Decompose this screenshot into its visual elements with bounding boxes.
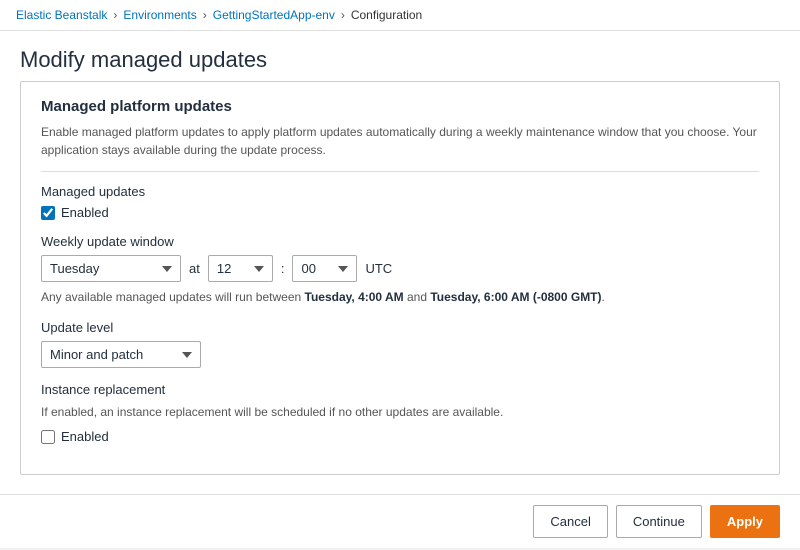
managed-updates-checkbox[interactable] bbox=[41, 206, 55, 220]
minute-select[interactable]: 00 15 30 45 bbox=[292, 255, 357, 282]
continue-button[interactable]: Continue bbox=[616, 505, 702, 538]
managed-updates-group: Managed updates Enabled bbox=[41, 184, 759, 220]
breadcrumb-environments[interactable]: Environments bbox=[123, 8, 196, 22]
info-suffix: . bbox=[602, 290, 605, 304]
apply-button[interactable]: Apply bbox=[710, 505, 780, 538]
page-title: Modify managed updates bbox=[20, 47, 780, 73]
breadcrumb-elastic-beanstalk[interactable]: Elastic Beanstalk bbox=[16, 8, 107, 22]
breadcrumb: Elastic Beanstalk › Environments › Getti… bbox=[0, 0, 800, 31]
managed-platform-updates-card: Managed platform updates Enable managed … bbox=[20, 81, 780, 475]
breadcrumb-current: Configuration bbox=[351, 8, 422, 22]
info-prefix: Any available managed updates will run b… bbox=[41, 290, 305, 304]
weekly-window-row: Sunday Monday Tuesday Wednesday Thursday… bbox=[41, 255, 759, 282]
update-level-group: Update level Minor and patch Patch only bbox=[41, 320, 759, 368]
managed-updates-label: Managed updates bbox=[41, 184, 759, 199]
instance-replacement-checkbox-row: Enabled bbox=[41, 429, 759, 444]
cancel-button[interactable]: Cancel bbox=[533, 505, 607, 538]
update-level-label: Update level bbox=[41, 320, 759, 335]
main-container: Modify managed updates Managed platform … bbox=[0, 31, 800, 548]
footer: Cancel Continue Apply bbox=[0, 494, 800, 548]
managed-updates-checkbox-label[interactable]: Enabled bbox=[61, 205, 109, 220]
card-description: Enable managed platform updates to apply… bbox=[41, 123, 759, 159]
colon-label: : bbox=[281, 261, 285, 276]
window-info-text: Any available managed updates will run b… bbox=[41, 288, 759, 306]
at-label: at bbox=[189, 261, 200, 276]
hour-select[interactable]: 12 01020304 05060708 091011 bbox=[208, 255, 273, 282]
weekly-window-group: Weekly update window Sunday Monday Tuesd… bbox=[41, 234, 759, 306]
managed-updates-checkbox-row: Enabled bbox=[41, 205, 759, 220]
instance-replacement-group: Instance replacement If enabled, an inst… bbox=[41, 382, 759, 444]
card-title: Managed platform updates bbox=[41, 98, 759, 115]
utc-label: UTC bbox=[365, 261, 392, 276]
info-bold1: Tuesday, 4:00 AM bbox=[305, 290, 404, 304]
breadcrumb-sep1: › bbox=[113, 8, 117, 22]
info-bold2: Tuesday, 6:00 AM (-0800 GMT) bbox=[430, 290, 601, 304]
instance-replacement-checkbox[interactable] bbox=[41, 430, 55, 444]
day-select[interactable]: Sunday Monday Tuesday Wednesday Thursday… bbox=[41, 255, 181, 282]
breadcrumb-sep3: › bbox=[341, 8, 345, 22]
update-level-select[interactable]: Minor and patch Patch only bbox=[41, 341, 201, 368]
page-title-area: Modify managed updates bbox=[0, 31, 800, 81]
instance-replacement-checkbox-label[interactable]: Enabled bbox=[61, 429, 109, 444]
instance-replacement-label: Instance replacement bbox=[41, 382, 759, 397]
content-area: Managed platform updates Enable managed … bbox=[0, 81, 800, 494]
instance-replacement-desc: If enabled, an instance replacement will… bbox=[41, 403, 759, 421]
weekly-window-label: Weekly update window bbox=[41, 234, 759, 249]
breadcrumb-app-env[interactable]: GettingStartedApp-env bbox=[213, 8, 335, 22]
breadcrumb-sep2: › bbox=[203, 8, 207, 22]
info-middle: and bbox=[404, 290, 431, 304]
divider-1 bbox=[41, 171, 759, 172]
